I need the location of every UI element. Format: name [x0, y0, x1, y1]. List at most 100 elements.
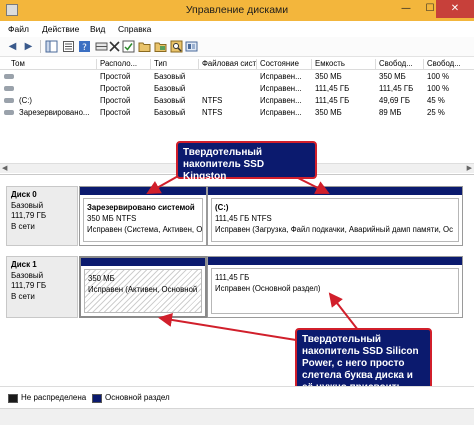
legend-primary-swatch: [92, 394, 102, 403]
svg-text:?: ?: [82, 43, 87, 53]
close-button[interactable]: ✕: [436, 0, 474, 18]
menu-action[interactable]: Действие: [42, 24, 79, 34]
drive-icon: [4, 86, 14, 91]
cell-free-percent: 25 %: [427, 108, 445, 117]
cell-free: 49,69 ГБ: [379, 96, 411, 105]
toolbar-separator: [40, 40, 41, 53]
cell-layout: Простой: [100, 84, 131, 93]
partition-size: 111,45 ГБ: [215, 273, 250, 282]
disk-type: Базовый: [11, 200, 44, 210]
legend: Не распределена Основной раздел: [0, 386, 474, 408]
partition-c[interactable]: (C:) 111,45 ГБ NTFS Исправен (Загрузка, …: [207, 186, 463, 246]
disk-size: 111,79 ГБ: [11, 211, 47, 220]
primary-partition-bar: [208, 257, 462, 265]
drive-icon: [4, 110, 14, 115]
partition-name: (C:): [215, 203, 229, 212]
cell-filesystem: NTFS: [202, 108, 223, 117]
cell-layout: Простой: [100, 108, 131, 117]
disk-status: В сети: [11, 291, 35, 301]
disk-status: В сети: [11, 221, 35, 231]
callout-kingston: Твердотельный накопитель SSD Kingston: [176, 141, 317, 182]
properties-icon[interactable]: [62, 40, 75, 53]
partition-status: Исправен (Загрузка, Файл подкачки, Авари…: [215, 225, 453, 234]
menu-help[interactable]: Справка: [118, 24, 151, 34]
check-icon[interactable]: [122, 40, 135, 53]
primary-partition-bar: [208, 187, 462, 195]
cell-type: Базовый: [154, 108, 186, 117]
disk-list-icon[interactable]: [95, 40, 108, 53]
cell-layout: Простой: [100, 72, 131, 81]
cell-free: 89 МБ: [379, 108, 402, 117]
cell-filesystem: NTFS: [202, 96, 223, 105]
column-header-type[interactable]: Тип: [150, 59, 198, 70]
column-header-status[interactable]: Состояние: [256, 59, 311, 70]
partition-size: 350 МБ NTFS: [87, 214, 137, 223]
legend-primary-label: Основной раздел: [105, 393, 170, 402]
table-row[interactable]: Простой Базовый Исправен... 350 МБ 350 М…: [0, 71, 474, 82]
column-header-capacity[interactable]: Емкость: [311, 59, 375, 70]
table-row[interactable]: Зарезервировано... Простой Базовый NTFS …: [0, 107, 474, 118]
cell-status: Исправен...: [260, 84, 302, 93]
column-header-free[interactable]: Свобод...: [375, 59, 423, 70]
disk-1-label[interactable]: Диск 1 Базовый 111,79 ГБ В сети: [6, 256, 78, 318]
view-icon[interactable]: [185, 40, 198, 53]
partition-info: 350 МБ Исправен (Активен, Основной: [84, 269, 202, 313]
title-bar[interactable]: Управление дисками — ☐ ✕: [0, 0, 474, 21]
table-row[interactable]: (C:) Простой Базовый NTFS Исправен... 11…: [0, 95, 474, 106]
legend-unallocated-label: Не распределена: [21, 393, 87, 402]
delete-icon[interactable]: [108, 40, 121, 53]
open-folder-icon[interactable]: [138, 40, 151, 53]
partition-status: Исправен (Система, Активен, О: [87, 225, 203, 234]
help-icon[interactable]: ?: [78, 40, 91, 53]
disk-size: 111,79 ГБ: [11, 281, 47, 290]
status-bar: [0, 408, 474, 425]
drive-icon: [4, 98, 14, 103]
console-tree-icon[interactable]: [45, 40, 58, 53]
partition-status: Исправен (Активен, Основной: [88, 285, 198, 294]
cell-free-percent: 100 %: [427, 72, 450, 81]
column-header-layout[interactable]: Располо...: [96, 59, 150, 70]
cell-capacity: 111,45 ГБ: [315, 96, 350, 105]
cell-filesystem: [199, 83, 256, 94]
scroll-left-icon[interactable]: ◀: [2, 164, 7, 172]
column-header-volume[interactable]: Том: [8, 59, 96, 70]
cell-volume: [16, 83, 96, 94]
cell-volume: (C:): [19, 96, 32, 105]
partition-disk1-111gb[interactable]: 111,45 ГБ Исправен (Основной раздел): [207, 256, 463, 318]
toolbar: ◀ ▶ ?: [0, 37, 474, 57]
partition-info: (C:) 111,45 ГБ NTFS Исправен (Загрузка, …: [211, 198, 459, 242]
table-row[interactable]: Простой Базовый Исправен... 111,45 ГБ 11…: [0, 83, 474, 94]
partition-disk1-350mb[interactable]: 350 МБ Исправен (Активен, Основной: [79, 256, 207, 318]
menu-bar: Файл Действие Вид Справка: [0, 21, 474, 37]
disk-type: Базовый: [11, 270, 44, 280]
scroll-right-icon[interactable]: ▶: [467, 164, 472, 172]
column-header-filesystem[interactable]: Файловая система: [198, 59, 256, 70]
menu-file[interactable]: Файл: [8, 24, 29, 34]
cell-type: Базовый: [154, 72, 186, 81]
cell-free: 350 МБ: [379, 72, 406, 81]
partition-size: 111,45 ГБ NTFS: [215, 214, 272, 223]
cell-type: Базовый: [154, 96, 186, 105]
cell-capacity: 350 МБ: [315, 108, 342, 117]
partition-info: 111,45 ГБ Исправен (Основной раздел): [211, 268, 459, 314]
forward-icon[interactable]: ▶: [22, 40, 35, 53]
disk-name: Диск 0: [11, 190, 37, 199]
column-header-free-percent[interactable]: Свобод...: [423, 59, 468, 70]
disk-0-label[interactable]: Диск 0 Базовый 111,79 ГБ В сети: [6, 186, 78, 246]
minimize-button[interactable]: —: [394, 0, 418, 18]
partition-size: 350 МБ: [88, 274, 115, 283]
partition-name: Зарезервировано системой: [87, 203, 195, 212]
cell-layout: Простой: [100, 96, 131, 105]
cell-type: Базовый: [154, 84, 186, 93]
back-icon[interactable]: ◀: [6, 40, 19, 53]
cell-capacity: 111,45 ГБ: [315, 84, 350, 93]
primary-partition-bar: [80, 187, 206, 195]
partition-system-reserved[interactable]: Зарезервировано системой 350 МБ NTFS Исп…: [79, 186, 207, 246]
menu-view[interactable]: Вид: [90, 24, 105, 34]
search-icon[interactable]: [170, 40, 183, 53]
cell-status: Исправен...: [260, 108, 302, 117]
export-icon[interactable]: [154, 40, 167, 53]
partition-info: Зарезервировано системой 350 МБ NTFS Исп…: [83, 198, 203, 242]
cell-free-percent: 100 %: [427, 84, 450, 93]
cell-free: 111,45 ГБ: [379, 84, 414, 93]
